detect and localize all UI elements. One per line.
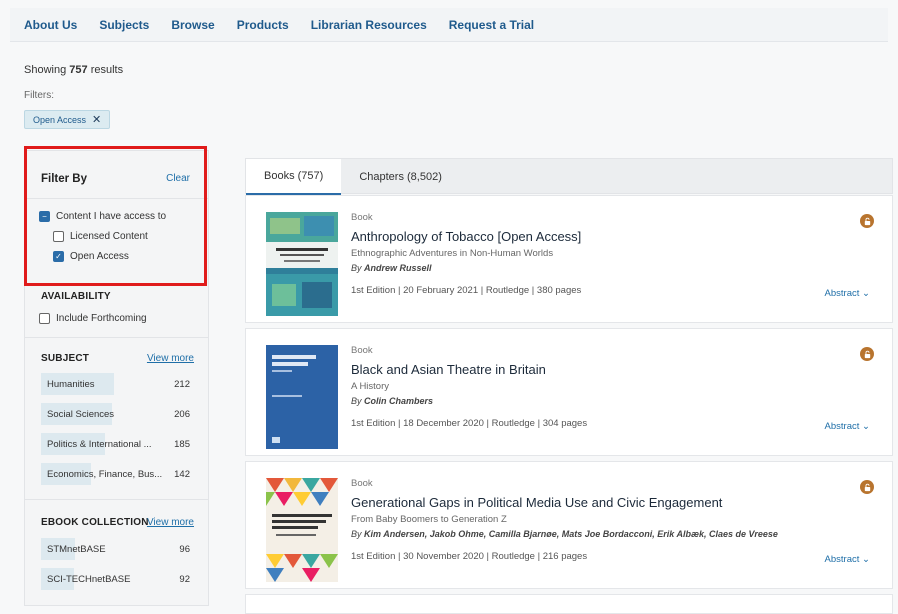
book-type: Book: [351, 212, 373, 223]
clear-filters-link[interactable]: Clear: [166, 173, 190, 184]
chevron-down-icon: ⌄: [862, 288, 870, 299]
nav-subjects[interactable]: Subjects: [99, 18, 149, 32]
open-access-lock-icon: [860, 480, 874, 494]
nav-products[interactable]: Products: [237, 18, 289, 32]
availability-heading: AVAILABILITY: [41, 291, 111, 302]
subject-heading: SUBJECT: [41, 353, 90, 364]
top-nav: About Us Subjects Browse Products Librar…: [10, 8, 888, 42]
ebook-facet-sci-technetbase[interactable]: SCI-TECHnetBASE 92: [41, 568, 196, 590]
ebook-collection-heading: EBOOK COLLECTION: [41, 517, 149, 528]
book-meta: 1st Edition | 30 November 2020 | Routled…: [351, 551, 588, 562]
chevron-down-icon: ⌄: [862, 421, 870, 432]
subject-facet-economics[interactable]: Economics, Finance, Bus... 142: [41, 463, 196, 485]
book-authors: By Andrew Russell: [351, 263, 432, 273]
access-parent-checkbox[interactable]: − Content I have access to: [39, 211, 166, 222]
subject-facet-humanities[interactable]: Humanities 212: [41, 373, 196, 395]
book-subtitle: From Baby Boomers to Generation Z: [351, 514, 507, 525]
results-count: 757: [69, 64, 88, 76]
book-subtitle: A History: [351, 381, 390, 392]
book-card: Book Anthropology of Tobacco [Open Acces…: [245, 195, 893, 323]
subject-facet-politics[interactable]: Politics & International ... 185: [41, 433, 196, 455]
ebook-view-more-link[interactable]: View more: [147, 517, 194, 528]
checkbox-checked-icon: ✓: [53, 251, 64, 262]
book-meta: 1st Edition | 20 February 2021 | Routled…: [351, 285, 582, 296]
book-type: Book: [351, 345, 373, 356]
tab-books[interactable]: Books (757): [246, 159, 342, 195]
book-subtitle: Ethnographic Adventures in Non-Human Wor…: [351, 248, 554, 259]
results-tabs: Books (757) Chapters (8,502): [245, 158, 893, 195]
abstract-toggle[interactable]: Abstract ⌄: [825, 554, 870, 565]
abstract-toggle[interactable]: Abstract ⌄: [825, 421, 870, 432]
book-title-link[interactable]: Anthropology of Tobacco [Open Access]: [351, 229, 831, 244]
filters-label: Filters:: [24, 90, 54, 101]
chevron-down-icon: ⌄: [862, 554, 870, 565]
tab-chapters[interactable]: Chapters (8,502): [341, 159, 460, 195]
book-card-partial: [245, 594, 893, 614]
book-title-link[interactable]: Generational Gaps in Political Media Use…: [351, 495, 831, 510]
nav-librarian-resources[interactable]: Librarian Resources: [311, 18, 427, 32]
filter-chip-open-access[interactable]: Open Access ✕: [24, 110, 111, 129]
open-access-lock-icon: [860, 214, 874, 228]
abstract-toggle[interactable]: Abstract ⌄: [825, 288, 870, 299]
nav-about-us[interactable]: About Us: [24, 18, 77, 32]
ebook-facet-stmnetbase[interactable]: STMnetBASE 96: [41, 538, 196, 560]
checkbox-empty-icon: [39, 313, 50, 324]
book-info: Book Anthropology of Tobacco [Open Acces…: [351, 212, 831, 296]
book-title-link[interactable]: Black and Asian Theatre in Britain: [351, 362, 831, 377]
divider: [25, 499, 208, 500]
checkbox-empty-icon: [53, 231, 64, 242]
book-cover-image[interactable]: [266, 212, 338, 316]
open-access-lock-icon: [860, 347, 874, 361]
subject-view-more-link[interactable]: View more: [147, 353, 194, 364]
filter-sidebar: Filter By Clear − Content I have access …: [24, 150, 209, 606]
checkbox-partial-icon: −: [39, 211, 50, 222]
divider: [25, 337, 208, 338]
book-info: Book Generational Gaps in Political Medi…: [351, 478, 831, 562]
book-meta: 1st Edition | 18 December 2020 | Routled…: [351, 418, 588, 429]
book-card: Book Generational Gaps in Political Medi…: [245, 461, 893, 589]
results-panel: Books (757) Chapters (8,502) Book Anthro…: [245, 158, 893, 614]
results-summary: Showing 757 results: [24, 64, 124, 76]
book-cover-image[interactable]: [266, 345, 338, 449]
book-cover-image[interactable]: [266, 478, 338, 582]
book-info: Book Black and Asian Theatre in Britain …: [351, 345, 831, 429]
book-card: Book Black and Asian Theatre in Britain …: [245, 328, 893, 456]
open-access-checkbox[interactable]: ✓ Open Access: [53, 251, 129, 262]
nav-request-trial[interactable]: Request a Trial: [449, 18, 534, 32]
licensed-content-checkbox[interactable]: Licensed Content: [53, 231, 148, 242]
subject-facet-social-sciences[interactable]: Social Sciences 206: [41, 403, 196, 425]
nav-browse[interactable]: Browse: [171, 18, 214, 32]
remove-filter-icon[interactable]: ✕: [92, 113, 101, 126]
filter-by-heading: Filter By: [41, 173, 88, 185]
divider: [25, 198, 208, 199]
book-type: Book: [351, 478, 373, 489]
book-authors: By Colin Chambers: [351, 396, 434, 406]
book-authors: By Kim Andersen, Jakob Ohme, Camilla Bja…: [351, 529, 778, 539]
include-forthcoming-checkbox[interactable]: Include Forthcoming: [39, 313, 147, 324]
